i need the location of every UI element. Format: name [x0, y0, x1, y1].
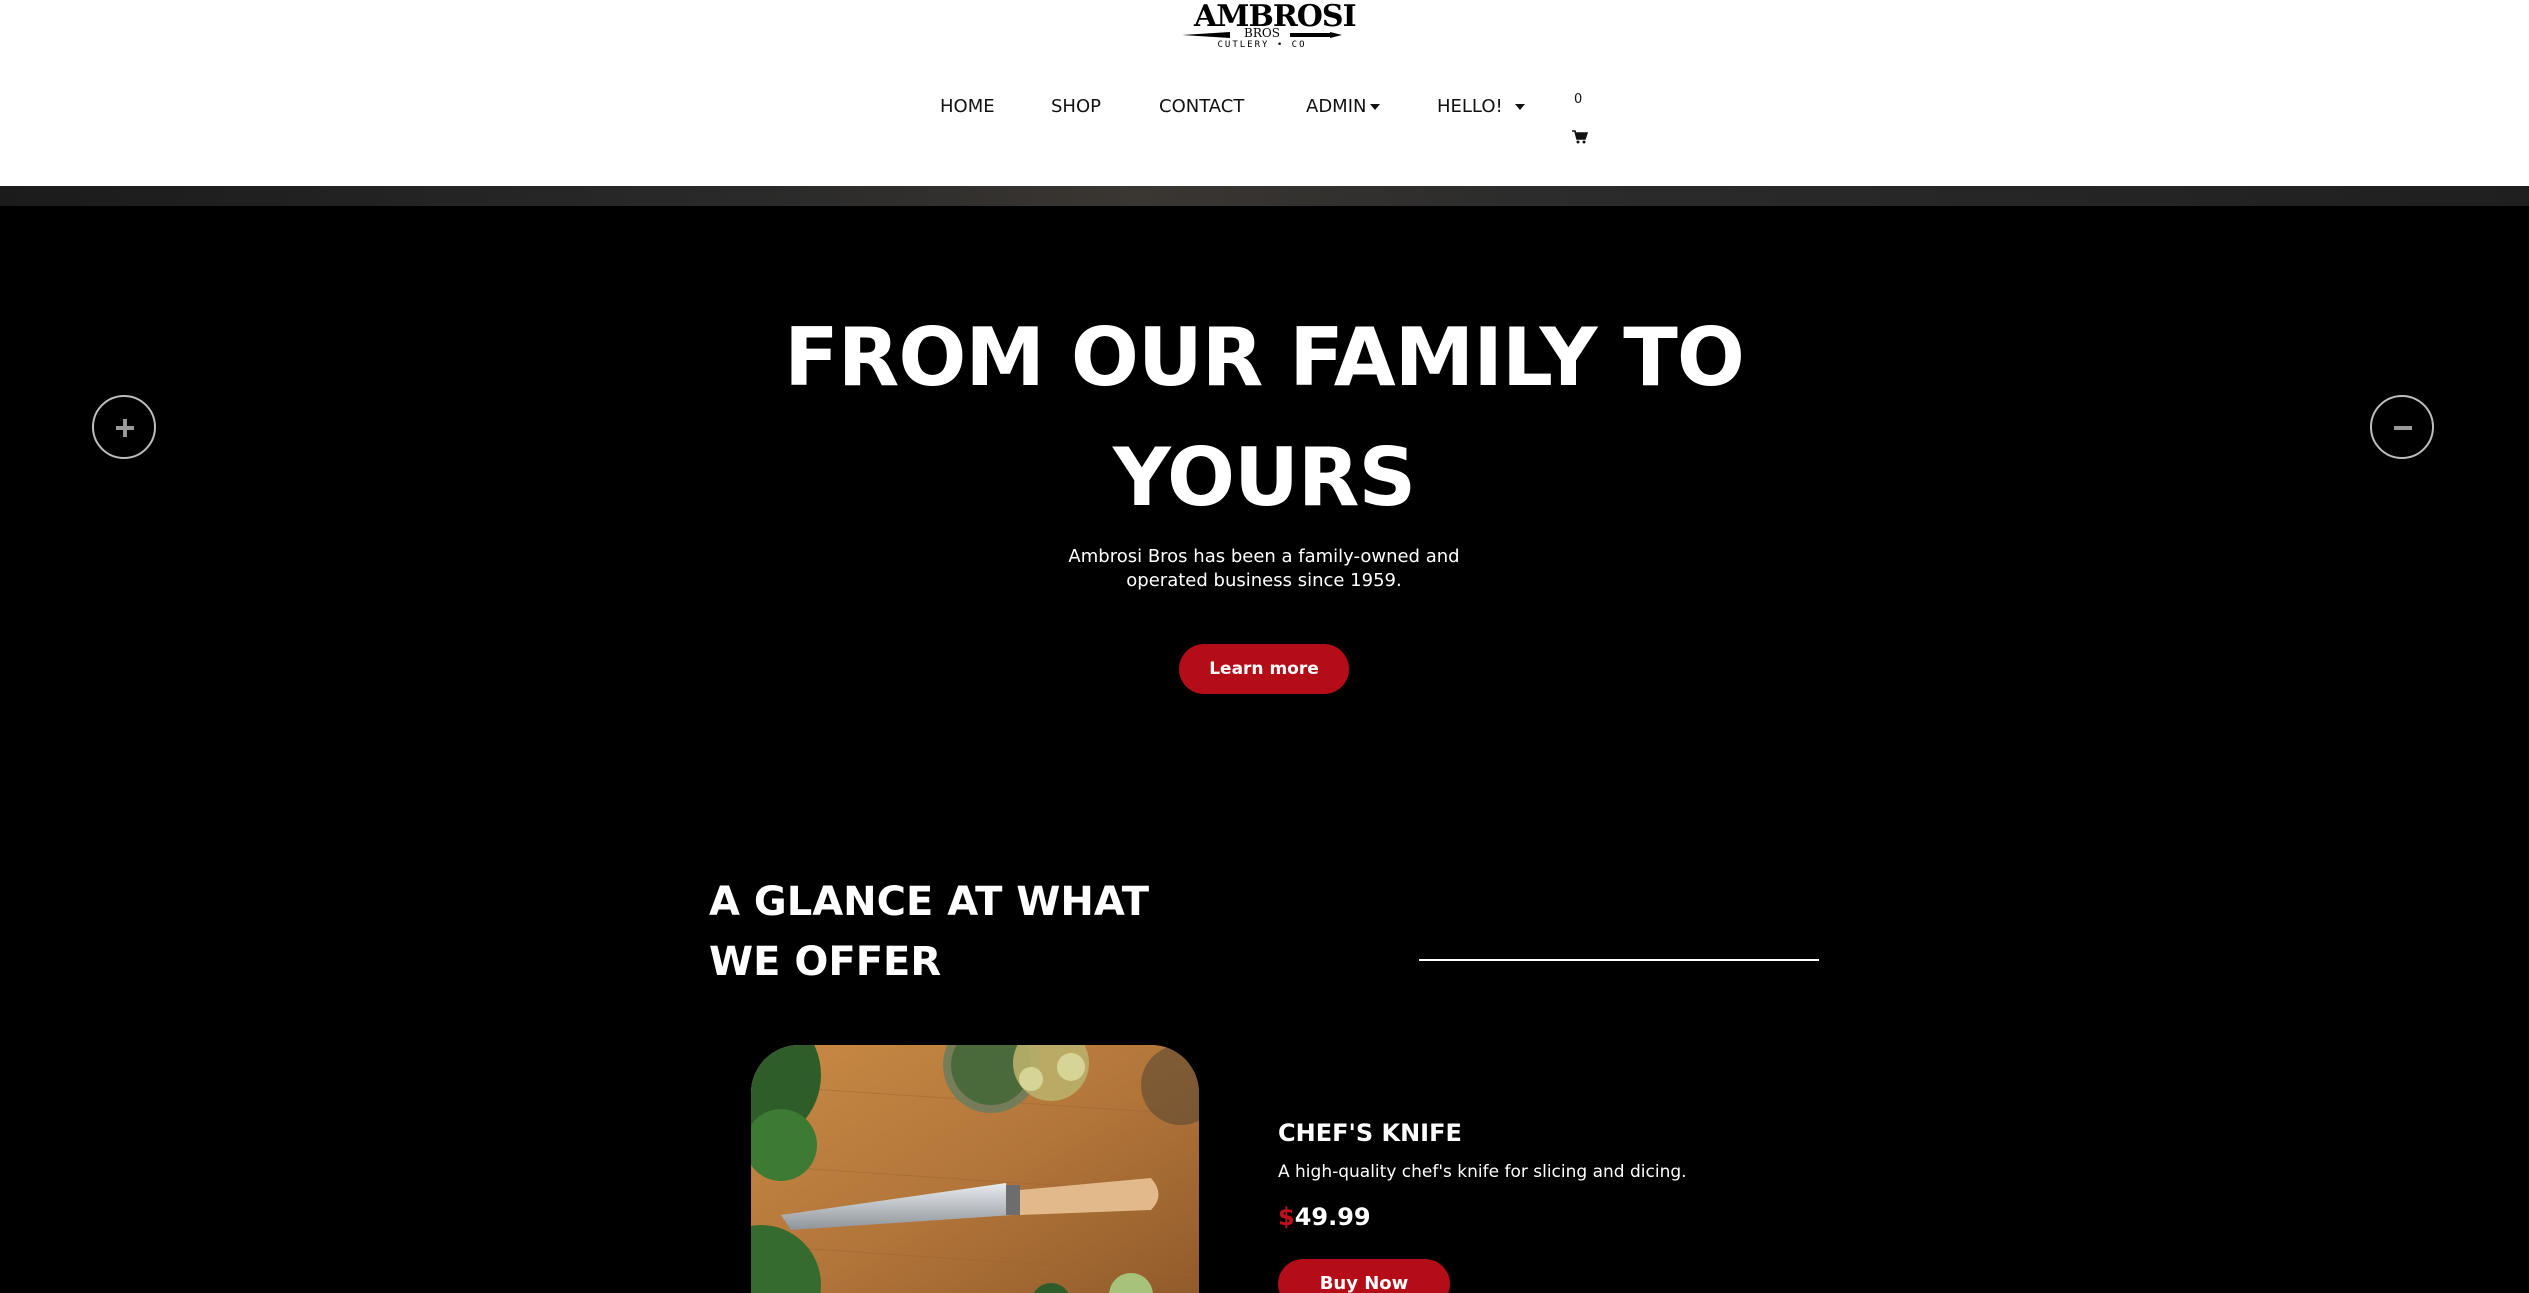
- offer-section-title: A GLANCE AT WHAT WE OFFER: [709, 879, 1150, 985]
- section-divider: [1419, 959, 1819, 961]
- nav-shop[interactable]: SHOP: [1051, 92, 1101, 122]
- shopping-cart-icon[interactable]: [1572, 130, 1588, 144]
- nav-home[interactable]: HOME: [940, 92, 995, 122]
- brand-sub-name: BROS: [1244, 26, 1280, 40]
- nav-contact-label: CONTACT: [1159, 96, 1245, 117]
- product-description: A high-quality chef's knife for slicing …: [1278, 1162, 1687, 1182]
- site-header: AMBROSI BROS CUTLERY • CO HOME SHOP CONT…: [0, 0, 2529, 186]
- carousel-next-button[interactable]: [2370, 395, 2434, 459]
- hero-image-strip: [0, 186, 2529, 206]
- caret-down-icon: [1370, 104, 1381, 110]
- nav-admin-label: ADMIN: [1306, 96, 1367, 117]
- product-image: [751, 1045, 1199, 1293]
- learn-more-button[interactable]: Learn more: [1179, 644, 1349, 694]
- main-nav: HOME SHOP CONTACT ADMIN HELLO!: [0, 92, 2529, 122]
- cart-count: 0: [1574, 92, 1583, 107]
- brand-logo[interactable]: AMBROSI BROS CUTLERY • CO: [1180, 0, 1357, 56]
- product-name: CHEF'S KNIFE: [1278, 1119, 1462, 1147]
- price-currency: $: [1278, 1203, 1295, 1231]
- nav-admin-dropdown[interactable]: ADMIN: [1306, 92, 1381, 122]
- brand-tagline: CUTLERY • CO: [1217, 40, 1307, 50]
- nav-shop-label: SHOP: [1051, 96, 1101, 117]
- nav-hello-label: HELLO!: [1437, 96, 1503, 117]
- buy-now-button[interactable]: Buy Now: [1278, 1259, 1450, 1293]
- chefs-knife-photo: [751, 1045, 1199, 1293]
- hero-title: FROM OUR FAMILY TO YOURS: [784, 311, 1745, 524]
- price-value: 49.99: [1294, 1203, 1371, 1231]
- hero-description: Ambrosi Bros has been a family-owned and…: [1068, 546, 1460, 591]
- product-price: $49.99: [1278, 1200, 1371, 1234]
- nav-hello-dropdown[interactable]: HELLO!: [1437, 92, 1525, 122]
- nav-contact[interactable]: CONTACT: [1159, 92, 1244, 122]
- caret-down-icon: [1514, 104, 1525, 110]
- nav-home-label: HOME: [940, 96, 995, 117]
- carousel-prev-button[interactable]: [92, 395, 156, 459]
